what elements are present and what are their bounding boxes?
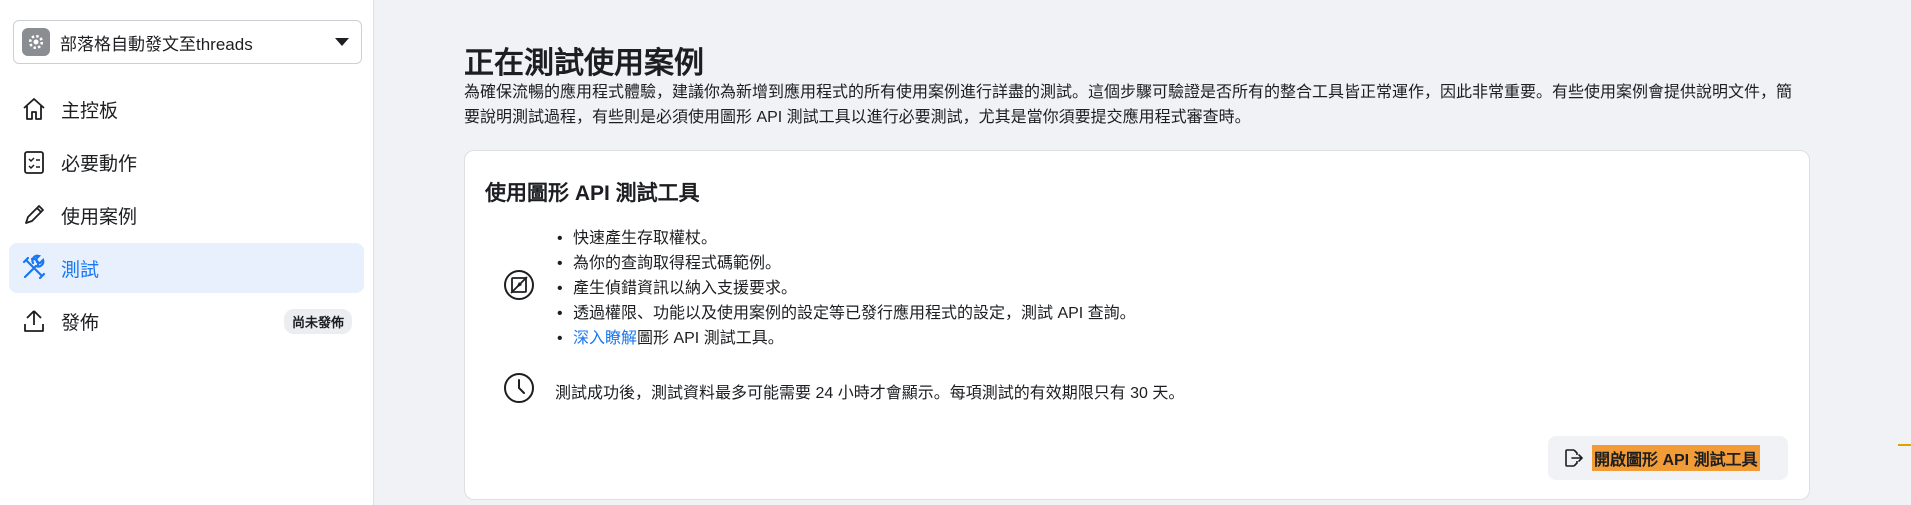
upload-icon — [19, 306, 49, 336]
sidebar-item-label: 主控板 — [61, 100, 119, 122]
list-item: 透過權限、功能以及使用案例的設定等已發行應用程式的設定，測試 API 查詢。 — [557, 301, 1136, 326]
page-title: 正在測試使用案例 — [464, 47, 704, 80]
graph-api-explorer-card: 使用圖形 API 測試工具 快速產生存取權杖。 為你的查詢取得程式碼範例。 產生… — [464, 150, 1810, 500]
sidebar-item-label: 發佈 — [61, 312, 100, 334]
open-graph-api-explorer-button[interactable]: 開啟圖形 API 測試工具 — [1548, 436, 1788, 480]
pencil-icon — [19, 200, 49, 230]
feature-list: 快速產生存取權杖。 為你的查詢取得程式碼範例。 產生偵錯資訊以納入支援要求。 透… — [557, 226, 1136, 351]
explorer-icon — [504, 270, 534, 300]
external-link-icon — [1565, 449, 1584, 467]
clock-icon — [504, 373, 534, 403]
chevron-down-icon[interactable] — [335, 38, 349, 46]
test-data-note: 測試成功後，測試資料最多可能需要 24 小時才會顯示。每項測試的有效期限只有 3… — [555, 385, 1185, 402]
sidebar-item-dashboard[interactable]: 主控板 — [9, 84, 364, 134]
list-item: 深入瞭解圖形 API 測試工具。 — [557, 326, 1136, 351]
list-item: 快速產生存取權杖。 — [557, 226, 1136, 251]
sidebar-item-testing[interactable]: 測試 — [9, 243, 364, 293]
learn-more-link[interactable]: 深入瞭解 — [573, 330, 637, 347]
app-selector[interactable]: 部落格自動發文至threads — [13, 20, 362, 64]
gear-icon — [22, 28, 50, 56]
checklist-icon — [19, 147, 49, 177]
scroll-indicator — [1898, 444, 1911, 446]
sidebar: 部落格自動發文至threads 主控板 必要動作 使用案例 測試 發佈 尚未發佈 — [0, 0, 374, 505]
learn-more-suffix: 圖形 API 測試工具。 — [637, 330, 784, 347]
list-item: 為你的查詢取得程式碼範例。 — [557, 251, 1136, 276]
page-description: 為確保流暢的應用程式體驗，建議你為新增到應用程式的所有使用案例進行詳盡的測試。這… — [464, 84, 1793, 126]
list-item: 產生偵錯資訊以納入支援要求。 — [557, 276, 1136, 301]
status-badge: 尚未發佈 — [283, 308, 352, 334]
card-title: 使用圖形 API 測試工具 — [485, 182, 700, 205]
tools-icon — [19, 253, 49, 283]
sidebar-item-use-cases[interactable]: 使用案例 — [9, 190, 364, 240]
app-name: 部落格自動發文至threads — [60, 34, 253, 54]
home-icon — [19, 94, 49, 124]
sidebar-item-label: 必要動作 — [61, 153, 138, 175]
sidebar-item-label: 使用案例 — [61, 206, 138, 228]
sidebar-nav: 主控板 必要動作 使用案例 測試 發佈 尚未發佈 — [9, 84, 364, 349]
open-button-label: 開啟圖形 API 測試工具 — [1592, 445, 1760, 471]
sidebar-item-required-actions[interactable]: 必要動作 — [9, 137, 364, 187]
sidebar-item-label: 測試 — [61, 259, 100, 281]
sidebar-item-publish[interactable]: 發佈 尚未發佈 — [9, 296, 364, 346]
